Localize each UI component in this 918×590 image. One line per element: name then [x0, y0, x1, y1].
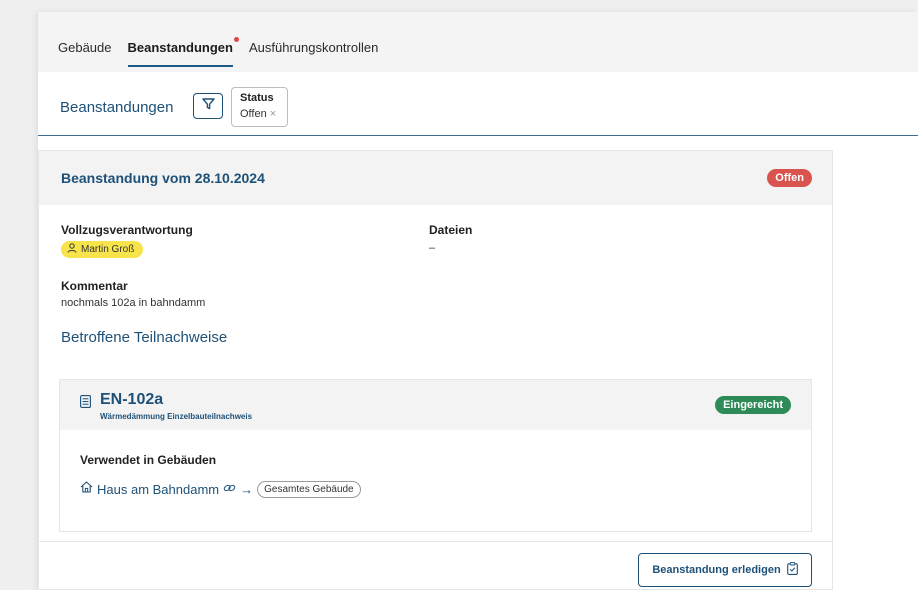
tab-label: Beanstandungen — [127, 40, 233, 55]
responsibility-label: Vollzugsverantwortung — [61, 223, 193, 237]
proof-header: EN-102a Wärmedämmung Einzelbauteilnachwe… — [60, 380, 811, 430]
proof-description: Wärmedämmung Einzelbauteilnachweis — [100, 412, 253, 421]
tab-gebaeude[interactable]: Gebäude — [58, 40, 112, 65]
proof-card: EN-102a Wärmedämmung Einzelbauteilnachwe… — [59, 379, 812, 532]
status-filter-chip[interactable]: Status Offen × — [231, 87, 288, 127]
files-label: Dateien — [429, 223, 473, 237]
filter-button[interactable] — [193, 93, 223, 119]
tab-bar: Gebäude Beanstandungen Ausführungskontro… — [38, 12, 918, 72]
filter-icon — [201, 97, 215, 115]
user-icon — [67, 243, 77, 256]
building-link[interactable]: Haus am Bahndamm — [97, 482, 219, 497]
filter-bar: Beanstandungen Status Offen × — [38, 72, 918, 136]
card-header: Beanstandung vom 28.10.2024 Offen — [39, 151, 832, 205]
section-heading: Beanstandungen — [60, 99, 174, 116]
document-list-icon — [80, 395, 91, 413]
card-title: Beanstandung vom 28.10.2024 — [61, 170, 265, 186]
window-background: Gebäude Beanstandungen Ausführungskontro… — [0, 0, 918, 590]
tab-ausfuehrungskontrollen[interactable]: Ausführungskontrollen — [249, 40, 378, 65]
tab-beanstandungen[interactable]: Beanstandungen — [127, 37, 239, 67]
comment-label: Kommentar — [61, 279, 128, 293]
comment-value: nochmals 102a in bahndamm — [61, 297, 206, 309]
chip-label: Status — [240, 92, 274, 104]
card-divider — [39, 541, 832, 542]
remove-filter-icon[interactable]: × — [270, 108, 276, 120]
tab-label: Ausführungskontrollen — [248, 40, 379, 55]
resolve-complaint-button[interactable]: Beanstandung erledigen — [638, 553, 812, 587]
complaint-card: Beanstandung vom 28.10.2024 Offen Vollzu… — [38, 150, 833, 590]
person-name: Martin Groß — [81, 244, 135, 255]
person-chip[interactable]: Martin Groß — [61, 241, 144, 258]
clipboard-check-icon — [786, 562, 798, 578]
home-icon — [80, 480, 93, 498]
proof-status-badge: Eingereicht — [715, 396, 791, 414]
main-panel: Gebäude Beanstandungen Ausführungskontro… — [38, 12, 918, 590]
affected-proofs-title: Betroffene Teilnachweise — [61, 329, 228, 346]
chip-value: Offen — [240, 108, 267, 120]
tab-label: Gebäude — [58, 40, 112, 55]
arrow-right-icon: → — [240, 481, 254, 497]
used-in-label: Verwendet in Gebäuden — [80, 453, 217, 467]
scope-pill: Gesamtes Gebäude — [257, 480, 361, 498]
notification-dot — [233, 37, 239, 42]
files-value: – — [429, 242, 436, 254]
resolve-button-label: Beanstandung erledigen — [652, 564, 781, 576]
proof-code[interactable]: EN-102a — [100, 391, 163, 409]
link-icon — [223, 480, 236, 498]
status-badge: Offen — [767, 169, 812, 187]
